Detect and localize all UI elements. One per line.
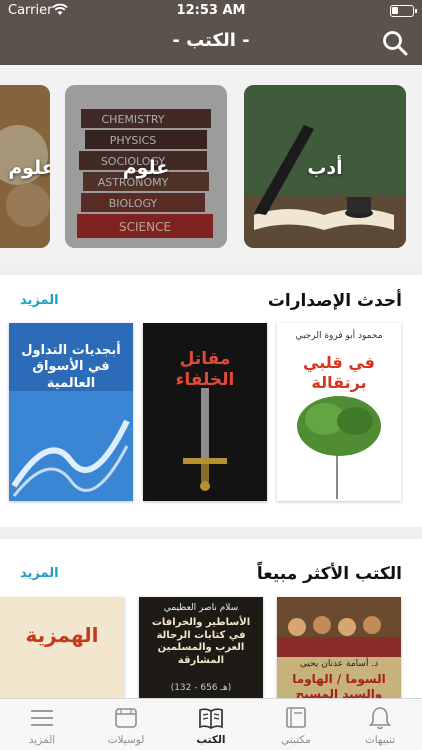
book-cover[interactable]: سلام ناصر العظيمي الأساطير والخرافات في … xyxy=(139,597,263,700)
book-author: محمود أبو فروة الرجبي xyxy=(295,331,383,341)
tab-label: لوسيلات xyxy=(107,734,145,746)
sword-illustration xyxy=(183,388,227,491)
book-title: السوما / الهاوما والسيد المسيح xyxy=(292,672,386,700)
latest-section-title: أحدث الإصدارات xyxy=(267,291,402,311)
bestsellers-section-title: الكتب الأكثر مبيعاً xyxy=(256,564,402,584)
category-label: علوم xyxy=(122,157,170,179)
book-author: سلام ناصر العظيمي xyxy=(163,603,239,613)
battery-icon xyxy=(390,5,417,17)
category-card-science-2[interactable]: علوم xyxy=(0,85,50,248)
search-icon[interactable] xyxy=(382,30,408,56)
book-cover[interactable]: الهمزية xyxy=(0,597,124,700)
section-divider xyxy=(0,263,422,275)
book-title: الأساطير والخرافات في كتابات الرحالة الع… xyxy=(151,617,251,666)
category-card-science[interactable]: CHEMISTRY PHYSICS SOCIOLOGY ASTRONOMY BI… xyxy=(65,85,227,248)
tab-label: الكتب xyxy=(196,734,226,746)
book-cover[interactable]: محمود أبو فروة الرجبي في قلبي برتقالة xyxy=(277,323,401,501)
tab-books[interactable]: الكتب xyxy=(169,699,253,750)
section-divider xyxy=(0,527,422,539)
book-title: الهمزية xyxy=(25,623,99,647)
bestsellers-more-link[interactable]: المزيد xyxy=(20,566,59,581)
tab-more[interactable]: المزيد xyxy=(0,699,84,750)
bell-icon xyxy=(368,707,392,730)
category-card-literature[interactable]: أدب xyxy=(244,85,406,248)
tab-my-library[interactable]: مكتبتي xyxy=(254,699,338,750)
category-carousel[interactable]: أدب CHEMISTRY PHYSICS SOCIOLOGY ASTRONOM… xyxy=(0,65,422,263)
book-title: أبجديات التداول في الأسواق العالمية xyxy=(21,343,121,391)
media-icon xyxy=(115,708,137,728)
tree-illustration xyxy=(297,396,381,499)
library-icon xyxy=(286,707,306,728)
page-title: - الكتب - xyxy=(172,30,250,51)
tab-notifications[interactable]: تنبيهات xyxy=(338,699,422,750)
tab-label: مكتبتي xyxy=(281,734,311,746)
book-cover[interactable]: د. أسامة عدنان يحيى السوما / الهاوما وال… xyxy=(277,597,401,700)
chart-illustration xyxy=(9,391,133,501)
book-cover[interactable]: مقاتل الخلفاء xyxy=(143,323,267,501)
book-years: (132 - 656 هـ) xyxy=(170,683,232,693)
tab-media[interactable]: لوسيلات xyxy=(84,699,168,750)
book-author: د. أسامة عدنان يحيى xyxy=(299,659,379,669)
latest-more-link[interactable]: المزيد xyxy=(20,293,59,308)
painting-illustration xyxy=(277,597,401,657)
menu-icon xyxy=(31,710,53,726)
tab-label: تنبيهات xyxy=(364,734,396,746)
tab-label: المزيد xyxy=(28,734,56,746)
tab-bar: تنبيهات مكتبتي الكتب لوسيلات المزيد xyxy=(0,698,422,750)
nav-header: Carrier 12:53 AM - الكتب - xyxy=(0,0,422,65)
category-label: أدب xyxy=(307,157,343,179)
books-icon xyxy=(199,708,223,729)
clock: 12:53 AM xyxy=(176,3,246,18)
status-bar: Carrier 12:53 AM xyxy=(0,0,422,22)
book-cover[interactable]: أبجديات التداول في الأسواق العالمية xyxy=(9,323,133,501)
category-label: علوم xyxy=(8,157,50,179)
